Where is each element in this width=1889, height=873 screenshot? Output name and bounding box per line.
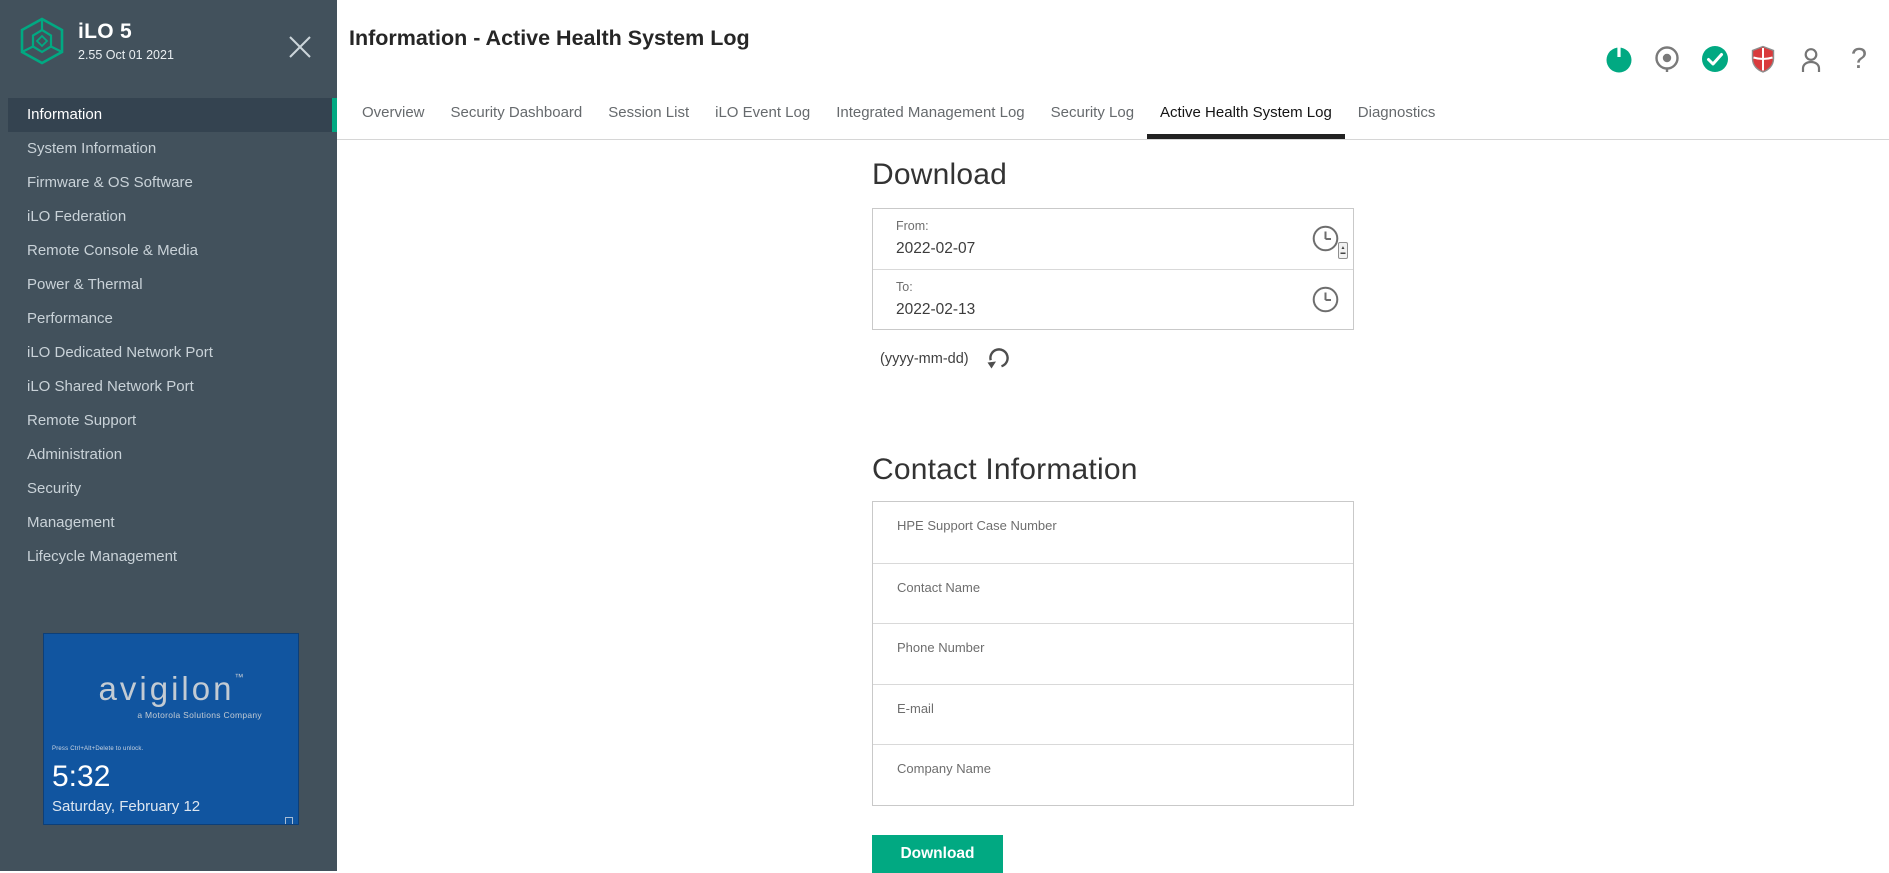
contact-form: HPE Support Case Number Contact Name Pho… [872,501,1354,806]
sidebar-item-security[interactable]: Security [0,472,337,506]
trademark-symbol: ™ [234,672,244,682]
app-version: 2.55 Oct 01 2021 [78,48,174,62]
sidebar-item-lifecycle-management[interactable]: Lifecycle Management [0,540,337,574]
tab-overview[interactable]: Overview [349,94,438,139]
console-corner-icon [285,812,293,824]
page-header: Information - Active Health System Log ? [337,0,1889,80]
help-icon[interactable]: ? [1845,43,1873,75]
clock-icon[interactable] [1312,286,1339,318]
user-icon[interactable] [1797,45,1825,73]
sidebar-item-system-information[interactable]: System Information [0,132,337,166]
app-title: iLO 5 [78,20,133,43]
sidebar-item-power-thermal[interactable]: Power & Thermal [0,268,337,302]
sidebar-item-ilo-shared-network-port[interactable]: iLO Shared Network Port [0,370,337,404]
console-brand: avigilon™ [44,670,298,708]
main-content: Information - Active Health System Log ?… [337,0,1889,873]
tab-ilo-event-log[interactable]: iLO Event Log [702,94,823,139]
tab-integrated-management-log[interactable]: Integrated Management Log [823,94,1037,139]
sidebar-item-remote-console-media[interactable]: Remote Console & Media [0,234,337,268]
sidebar-header: iLO 5 2.55 Oct 01 2021 [0,0,337,98]
from-label: From: [896,219,929,233]
field-placeholder: Company Name [897,761,991,776]
console-clock-time: 5:32 [52,760,111,793]
to-label: To: [896,280,913,294]
console-brand-subtitle: a Motorola Solutions Company [137,710,262,720]
sidebar-item-ilo-dedicated-network-port[interactable]: iLO Dedicated Network Port [0,336,337,370]
page-title: Information - Active Health System Log [349,26,750,50]
sidebar-item-remote-support[interactable]: Remote Support [0,404,337,438]
download-section-heading: Download [872,158,1008,191]
date-range-box: From: 2022-02-07 ▲ ▬ To: 2022-02-13 [872,208,1354,330]
console-clock-date: Saturday, February 12 [52,798,201,815]
from-value: 2022-02-07 [896,240,976,257]
contact-section-heading: Contact Information [872,453,1138,486]
date-format-hint: (yyyy-mm-dd) [880,351,969,367]
download-button[interactable]: Download [872,834,1003,873]
field-placeholder: Contact Name [897,579,981,595]
tab-session-list[interactable]: Session List [595,94,702,139]
sidebar-item-management[interactable]: Management [0,506,337,540]
date-from-field[interactable]: From: 2022-02-07 ▲ ▬ [873,209,1353,269]
question-mark-glyph: ? [1850,43,1868,75]
close-icon[interactable] [285,32,315,62]
clock-icon[interactable] [1312,225,1339,257]
field-placeholder: E-mail [897,700,934,716]
ahs-log-panel: Download From: 2022-02-07 ▲ ▬ To: 2022-02… [872,140,1354,873]
date-format-row: (yyyy-mm-dd) [872,346,1354,372]
spinner-dash: ▬ [1340,249,1346,256]
avigilon-logo: avigilon [98,670,235,707]
sidebar-item-administration[interactable]: Administration [0,438,337,472]
phone-number-field[interactable]: Phone Number [873,623,1353,684]
field-placeholder: HPE Support Case Number [897,518,1057,533]
email-field[interactable]: E-mail [873,683,1353,745]
security-status-icon[interactable] [1749,45,1777,73]
sidebar-item-performance[interactable]: Performance [0,302,337,336]
ilo-logo-icon [18,16,66,71]
company-name-field[interactable]: Company Name [873,744,1353,805]
field-placeholder: Phone Number [897,640,985,655]
sidebar-nav: Information System Information Firmware … [0,98,337,574]
sidebar: iLO 5 2.55 Oct 01 2021 Information Syste… [0,0,337,871]
tab-security-dashboard[interactable]: Security Dashboard [438,94,596,139]
health-status-icon[interactable] [1701,45,1729,73]
sidebar-item-firmware-os-software[interactable]: Firmware & OS Software [0,166,337,200]
uid-indicator-icon[interactable] [1653,45,1681,73]
status-icon-bar: ? [1605,43,1873,75]
date-spinner-icon[interactable]: ▲ ▬ [1338,242,1348,259]
tab-active-health-system-log[interactable]: Active Health System Log [1147,94,1345,139]
support-case-number-field[interactable]: HPE Support Case Number [873,502,1353,563]
reset-dates-icon[interactable] [985,346,1012,372]
console-lock-hint: Press Ctrl+Alt+Delete to unlock. [52,746,144,752]
tab-bar: Overview Security Dashboard Session List… [337,80,1889,140]
power-status-icon[interactable] [1605,45,1633,73]
date-to-field[interactable]: To: 2022-02-13 [873,269,1353,329]
sidebar-item-ilo-federation[interactable]: iLO Federation [0,200,337,234]
remote-console-thumbnail[interactable]: avigilon™ a Motorola Solutions Company P… [43,633,299,825]
to-value: 2022-02-13 [896,301,976,318]
sidebar-item-information[interactable]: Information [8,98,337,132]
contact-name-field[interactable]: Contact Name [873,562,1353,624]
tab-security-log[interactable]: Security Log [1038,94,1147,139]
tab-diagnostics[interactable]: Diagnostics [1345,94,1449,139]
